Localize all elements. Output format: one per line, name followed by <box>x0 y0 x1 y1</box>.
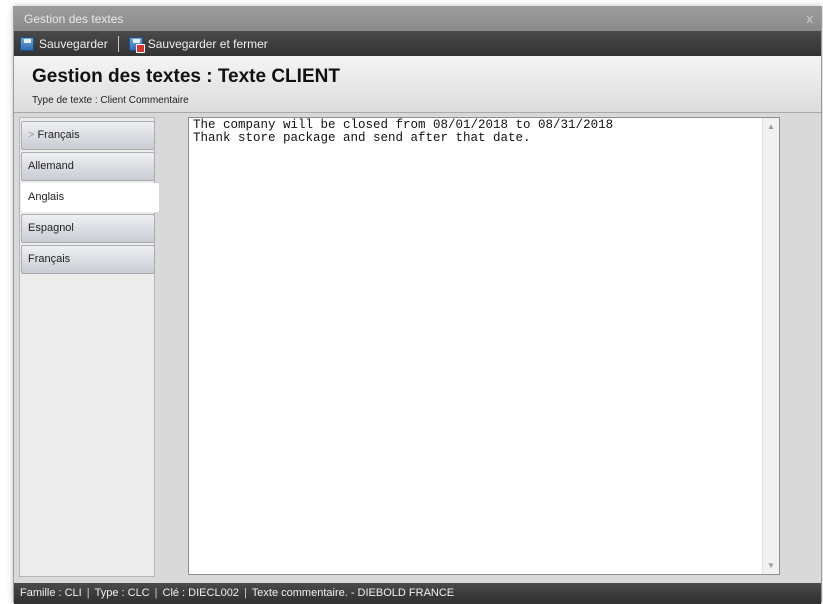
status-description: Texte commentaire. - DIEBOLD FRANCE <box>251 587 455 599</box>
page-title: Gestion des textes : Texte CLIENT <box>32 66 340 87</box>
tab-label: Français <box>28 253 71 265</box>
status-famille: Famille : CLI <box>20 587 82 599</box>
tab-label: Allemand <box>28 160 74 172</box>
status-type: Type : CLC <box>94 587 150 599</box>
window-title: Gestion des textes <box>24 12 124 26</box>
save-and-close-button[interactable]: Sauvegarder et fermer <box>128 36 268 53</box>
save-button[interactable]: Sauvegarder <box>20 36 108 51</box>
save-and-close-label: Sauvegarder et fermer <box>147 36 268 51</box>
scroll-up-arrow-icon[interactable]: ▲ <box>767 122 775 131</box>
tab-label: Espagnol <box>28 222 74 234</box>
text-editor: The company will be closed from 08/01/20… <box>188 117 780 575</box>
status-separator: | <box>154 587 158 599</box>
save-button-label: Sauvegarder <box>39 36 108 51</box>
tab-anglais[interactable]: Anglais <box>21 183 159 212</box>
save-close-icon <box>128 36 145 53</box>
status-separator: | <box>86 587 90 599</box>
tab-espagnol[interactable]: Espagnol <box>21 214 155 243</box>
tab-label: Français <box>37 129 80 141</box>
toolbar: Sauvegarder Sauvegarder et fermer <box>14 31 821 56</box>
window-titlebar[interactable]: Gestion des textes x <box>14 7 821 31</box>
scroll-down-arrow-icon[interactable]: ▼ <box>767 561 775 570</box>
language-tabs: > Français Allemand Anglais Espagnol Fran… <box>19 117 159 577</box>
status-key: Clé : DIECL002 <box>162 587 239 599</box>
tab-allemand[interactable]: Allemand <box>21 152 155 181</box>
text-type-subtitle: Type de texte : Client Commentaire <box>32 95 189 106</box>
tab-francais[interactable]: Français <box>21 245 155 274</box>
status-bar: Famille : CLI | Type : CLC | Clé : DIECL002 |… <box>14 583 821 604</box>
text-management-window: Gestion des textes x Sauvegarder Sauvega… <box>13 6 822 604</box>
status-separator: | <box>243 587 247 599</box>
tab-francais-marked[interactable]: > Français <box>21 121 155 150</box>
text-content-panel: The company will be closed from 08/01/20… <box>155 117 818 577</box>
vertical-scrollbar[interactable]: ▲ ▼ <box>762 118 779 574</box>
tab-label: Anglais <box>28 191 65 203</box>
close-icon[interactable]: x <box>807 7 814 31</box>
text-editor-input[interactable]: The company will be closed from 08/01/20… <box>189 118 763 574</box>
chevron-right-icon: > <box>28 129 35 141</box>
toolbar-separator <box>117 35 119 52</box>
page-header: Gestion des textes : Texte CLIENT Type d… <box>14 56 821 113</box>
floppy-disk-icon <box>20 36 34 51</box>
